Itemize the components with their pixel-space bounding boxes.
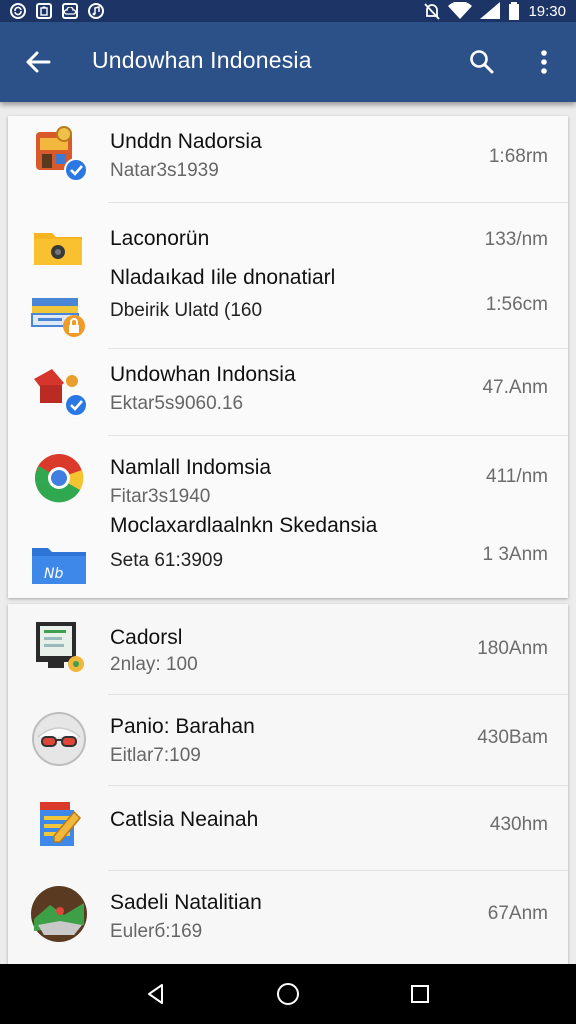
battery-icon xyxy=(509,2,520,20)
status-time: 19:30 xyxy=(528,2,566,20)
list-item-time: 67Anm xyxy=(487,903,548,924)
list-item-time: 1 3Anm xyxy=(482,544,548,565)
nav-home-button[interactable] xyxy=(266,972,310,1016)
status-notification-icons xyxy=(10,0,104,22)
notepad-pencil-icon xyxy=(30,798,88,856)
nav-back-icon xyxy=(148,984,163,1004)
more-vert-icon xyxy=(541,50,547,74)
more-options-button[interactable] xyxy=(522,42,566,82)
signal-icon xyxy=(480,2,501,19)
list-item-subtitle: Ektar5s9060.16 xyxy=(110,393,244,414)
landscape-avatar-icon xyxy=(30,885,88,943)
back-button[interactable] xyxy=(16,42,60,82)
list-item-title: Sadeli Natalitian xyxy=(110,891,262,914)
list-item[interactable]: Nladaıkad Iile dnonatiarl Dbeirik Ulatd … xyxy=(8,266,568,356)
list-item[interactable]: Nb Moclaxardlaalnkn Skedansia Seta 61:39… xyxy=(8,512,568,598)
gift-check-icon xyxy=(30,361,88,419)
list-item-title: Undowhan Indonsia xyxy=(110,363,296,386)
folder-camera-icon xyxy=(30,217,88,275)
music-icon xyxy=(88,3,104,19)
list-item-time: 430Bam xyxy=(477,727,548,748)
list-item-time: 180Anm xyxy=(477,638,548,659)
list-item-title: Cadorsl xyxy=(110,626,183,649)
list-item-title: Laconorün xyxy=(110,227,210,250)
arrow-back-icon xyxy=(26,51,51,73)
status-bar: 19:30 xyxy=(0,0,576,22)
nav-recents-button[interactable] xyxy=(398,972,442,1016)
clipboard-icon xyxy=(36,3,52,19)
nav-home-icon xyxy=(277,983,299,1005)
status-system-icons: 19:30 xyxy=(424,0,566,22)
folder-blue-icon: Nb xyxy=(30,528,88,586)
svg-text:Nb: Nb xyxy=(44,566,63,582)
cloud-icon xyxy=(62,3,78,19)
search-icon xyxy=(470,50,494,74)
list-item-title: Namlall Indomsia xyxy=(110,456,272,479)
list-item[interactable]: Unddn Nadorsia Natar3s1939 1:68rm xyxy=(8,116,568,202)
list-item-time: 430hm xyxy=(489,814,548,835)
list-item-title: Nladaıkad Iile dnonatiarl xyxy=(110,266,336,289)
list-card-primary: Unddn Nadorsia Natar3s1939 1:68rm Lacono… xyxy=(8,116,568,598)
folder-lock-icon xyxy=(30,284,88,342)
list-item[interactable]: Catlsia Neainah 430hm xyxy=(8,786,568,870)
list-item-subtitle: Fitar3s1940 xyxy=(110,486,211,507)
chrome-logo-icon xyxy=(30,448,88,506)
list-card-secondary: Cadorsl 2nlay: 100 180Anm Panio: Barahan… xyxy=(8,604,568,964)
list-item-title: Panio: Barahan xyxy=(110,715,255,738)
list-item-title: Moclaxardlaalnkn Skedansia xyxy=(110,514,378,537)
list-item-subtitle: Seta 61:3909 xyxy=(110,550,224,571)
list-item-time: 1:68rm xyxy=(488,146,548,167)
nav-recents-icon xyxy=(411,985,429,1003)
list-item-title: Catlsia Neainah xyxy=(110,808,259,831)
list-item[interactable]: Sadeli Natalitian Eulerб:169 67Anm xyxy=(8,871,568,964)
monitor-icon xyxy=(30,618,88,676)
search-button[interactable] xyxy=(460,42,504,82)
sunglasses-avatar-icon xyxy=(30,709,88,767)
navigation-bar xyxy=(0,964,576,1024)
list-item[interactable]: Cadorsl 2nlay: 100 180Anm xyxy=(8,604,568,694)
list-item-subtitle: Dbeirik Ulatd (160 xyxy=(110,300,263,321)
wifi-icon xyxy=(448,2,473,19)
mute-icon xyxy=(424,3,441,20)
sync-icon xyxy=(10,3,26,19)
list-item-time: 1:56cm xyxy=(485,294,548,315)
list-item[interactable]: Undowhan Indonsia Ektar5s9060.16 47.Anm xyxy=(8,349,568,435)
list-item[interactable]: Panio: Barahan Eitlar7:109 430Bam xyxy=(8,695,568,783)
list-item-time: 47.Anm xyxy=(482,377,548,398)
list-item[interactable]: Namlall Indomsia Fitar3s1940 411/nm xyxy=(8,436,568,508)
nav-back-button[interactable] xyxy=(134,972,178,1016)
list-item-subtitle: Eitlar7:109 xyxy=(110,745,201,766)
list-item-time: 133/nm xyxy=(484,229,548,250)
list-item-subtitle: Natar3s1939 xyxy=(110,160,219,181)
list-item-subtitle: Eulerб:169 xyxy=(110,921,203,942)
list-item-time: 411/nm xyxy=(486,466,548,487)
shop-app-icon xyxy=(30,124,88,182)
app-title: Undowhan Indonesia xyxy=(92,47,312,73)
list-item-subtitle: 2nlay: 100 xyxy=(110,654,198,675)
app-bar: Undowhan Indonesia xyxy=(0,22,576,102)
list-item-title: Unddn Nadorsia xyxy=(110,130,262,153)
